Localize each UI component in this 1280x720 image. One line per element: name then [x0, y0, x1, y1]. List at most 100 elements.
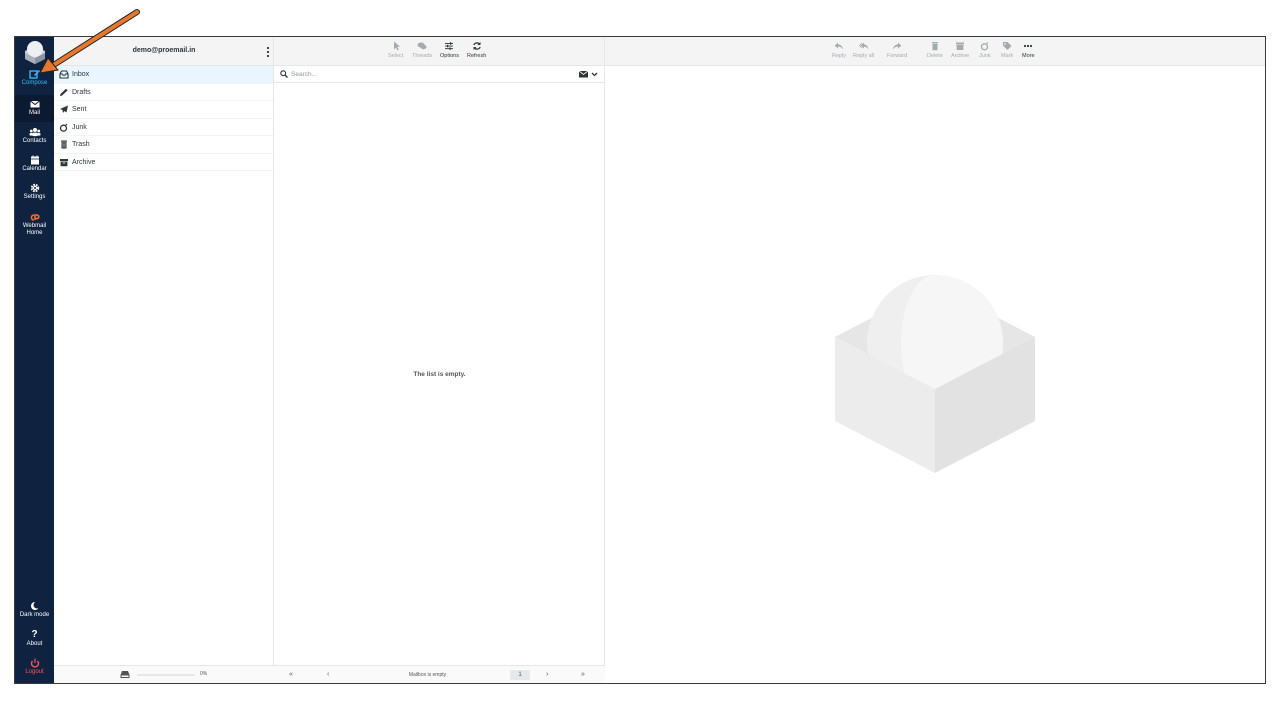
nav-settings[interactable]: Settings	[15, 183, 54, 201]
folder-archive[interactable]: Archive	[54, 154, 273, 171]
folder-drafts[interactable]: Drafts	[54, 84, 273, 101]
folder-junk-label: Junk	[72, 123, 87, 131]
delete-button[interactable]: Delete	[927, 41, 943, 59]
question-icon: ?	[31, 629, 38, 640]
message-toolbar: Reply Reply all Forward Delete Archive J…	[605, 37, 1265, 66]
quota-percent: 0%	[200, 671, 208, 677]
reply-all-icon	[858, 42, 868, 50]
folder-panel: demo@proemail.in Inbox Drafts Sent Junk …	[54, 37, 274, 683]
comments-icon	[417, 42, 427, 50]
nav-calendar-label: Calendar	[22, 166, 47, 172]
inbox-icon	[59, 70, 69, 79]
compose-icon	[28, 70, 40, 79]
folder-header: demo@proemail.in	[54, 37, 273, 66]
mailbox-status: Mailbox is empty	[408, 672, 447, 678]
archive-button[interactable]: Archive	[951, 41, 969, 59]
folder-sent-label: Sent	[72, 106, 87, 113]
search-bar	[274, 66, 604, 83]
power-icon	[30, 658, 39, 668]
cpanel-icon	[30, 214, 40, 221]
nav-compose[interactable]: Compose	[15, 69, 54, 87]
nav-mail-label: Mail	[28, 110, 40, 116]
last-page-button[interactable]: »	[581, 671, 585, 678]
more-label: More	[1022, 53, 1035, 59]
nav-webmail-home[interactable]: Webmail Home	[15, 212, 54, 237]
nav-compose-label: Compose	[21, 80, 48, 86]
next-page-button[interactable]: ›	[546, 671, 548, 678]
list-pagination: « ‹ Mailbox is empty 1 › »	[274, 665, 605, 683]
pencil-icon	[60, 88, 68, 96]
folder-inbox-label: Inbox	[72, 71, 90, 78]
folder-drafts-label: Drafts	[72, 88, 91, 96]
bomb-icon	[59, 123, 68, 132]
archive-label: Archive	[951, 53, 970, 59]
nav-mail[interactable]: Mail	[15, 95, 54, 122]
message-list-panel: Select Threads Options Refresh The list …	[274, 37, 605, 683]
options-button[interactable]: Options	[440, 41, 459, 59]
nav-contacts[interactable]: Contacts	[15, 127, 54, 145]
quota-footer: 0%	[54, 665, 274, 683]
mark-button[interactable]: Mark	[1001, 41, 1013, 59]
gear-icon	[30, 183, 39, 193]
reply-label: Reply	[832, 53, 847, 59]
nav-webmail-label-1: Webmail	[22, 223, 47, 229]
reply-all-label: Reply all	[853, 53, 875, 59]
nav-logout[interactable]: Logout	[15, 658, 54, 676]
trash-icon	[931, 42, 938, 51]
folder-sent[interactable]: Sent	[54, 101, 273, 119]
pointer-icon	[393, 41, 400, 51]
calendar-icon	[30, 155, 39, 165]
folder-trash-label: Trash	[72, 141, 90, 148]
main-navigation: Compose Mail Contacts Calendar Settings …	[15, 37, 54, 683]
search-input[interactable]	[291, 68, 561, 80]
hard-drive-icon	[120, 671, 130, 678]
threads-label: Threads	[412, 53, 433, 59]
folder-archive-label: Archive	[72, 158, 96, 166]
nav-logout-label: Logout	[25, 669, 44, 675]
search-options-envelope-icon[interactable]	[579, 70, 599, 79]
more-button[interactable]: More	[1022, 41, 1035, 59]
message-preview-panel: Reply Reply all Forward Delete Archive J…	[605, 37, 1265, 683]
junk-label: Junk	[979, 53, 991, 59]
archive-box-icon	[956, 42, 965, 50]
envelope-icon	[29, 100, 40, 108]
reply-icon	[834, 42, 844, 50]
roundcube-logo	[25, 41, 45, 64]
page-number[interactable]: 1	[510, 670, 530, 680]
select-label: Select	[388, 53, 404, 59]
options-label: Options	[440, 53, 459, 59]
select-button[interactable]: Select	[388, 41, 403, 59]
mark-label: Mark	[1001, 53, 1014, 59]
tag-icon	[1003, 42, 1012, 50]
users-icon	[29, 128, 40, 137]
forward-icon	[893, 42, 902, 50]
list-toolbar: Select Threads Options Refresh	[274, 37, 604, 66]
threads-button[interactable]: Threads	[412, 41, 432, 59]
account-name: demo@proemail.in	[132, 47, 196, 54]
quota-progress-bar	[137, 674, 195, 676]
ellipsis-icon	[1024, 44, 1033, 48]
archive-box-icon	[60, 158, 68, 166]
folder-junk[interactable]: Junk	[54, 119, 273, 136]
refresh-label: Refresh	[467, 53, 487, 59]
moon-icon	[30, 601, 40, 610]
refresh-icon	[472, 42, 481, 50]
kebab-menu-icon[interactable]	[266, 46, 270, 58]
junk-button[interactable]: Junk	[979, 41, 991, 59]
reply-all-button[interactable]: Reply all	[853, 41, 874, 59]
list-empty-message: The list is empty.	[413, 371, 466, 378]
nav-dark-mode-label: Dark mode	[19, 612, 50, 618]
folder-trash[interactable]: Trash	[54, 136, 273, 154]
paper-plane-icon	[60, 105, 68, 113]
nav-dark-mode[interactable]: Dark mode	[15, 601, 54, 619]
folder-inbox[interactable]: Inbox	[54, 66, 273, 84]
nav-about[interactable]: ? About	[15, 630, 54, 648]
forward-button[interactable]: Forward	[887, 41, 907, 59]
forward-label: Forward	[887, 53, 908, 59]
reply-button[interactable]: Reply	[832, 41, 846, 59]
webmail-window: Compose Mail Contacts Calendar Settings …	[14, 36, 1266, 684]
nav-calendar[interactable]: Calendar	[15, 155, 54, 173]
empty-mailbox-illustration	[835, 275, 1035, 473]
nav-settings-label: Settings	[23, 194, 46, 200]
refresh-button[interactable]: Refresh	[467, 41, 486, 59]
